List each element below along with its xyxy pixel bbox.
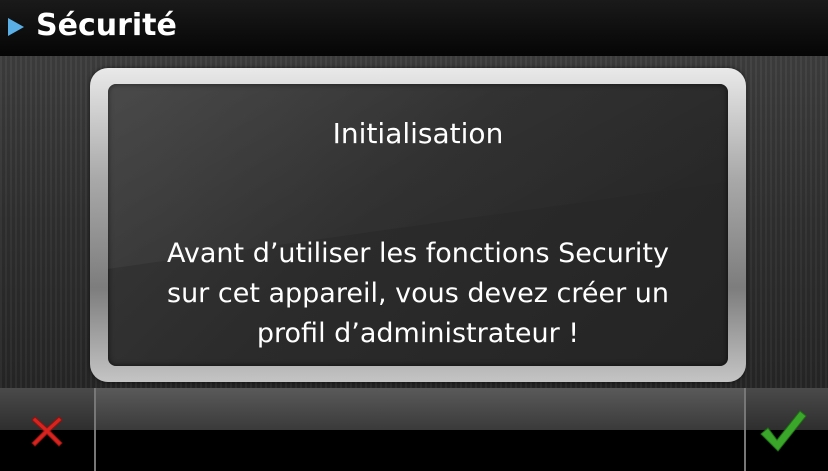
message-line: sur cet appareil, vous devez créer un xyxy=(167,278,669,309)
confirm-button[interactable] xyxy=(746,388,828,471)
cancel-button[interactable] xyxy=(0,388,94,471)
message-line: profil d’administrateur ! xyxy=(256,318,580,349)
title-bar: Sécurité xyxy=(0,0,828,56)
dialog-panel: Initialisation Avant d’utiliser les fonc… xyxy=(108,84,728,366)
red-x-icon xyxy=(31,416,63,447)
initialisation-dialog: Initialisation Avant d’utiliser les fonc… xyxy=(90,68,746,382)
message-line: Avant d’utiliser les fonctions Security xyxy=(167,238,669,269)
dialog-message: Avant d’utiliser les fonctions Security … xyxy=(108,234,728,354)
page-title: Sécurité xyxy=(36,8,177,43)
green-check-icon xyxy=(760,410,807,452)
dialog-title: Initialisation xyxy=(332,117,504,150)
divider xyxy=(94,388,96,471)
play-triangle-icon xyxy=(8,18,24,36)
bottom-middle-strip xyxy=(96,388,744,430)
